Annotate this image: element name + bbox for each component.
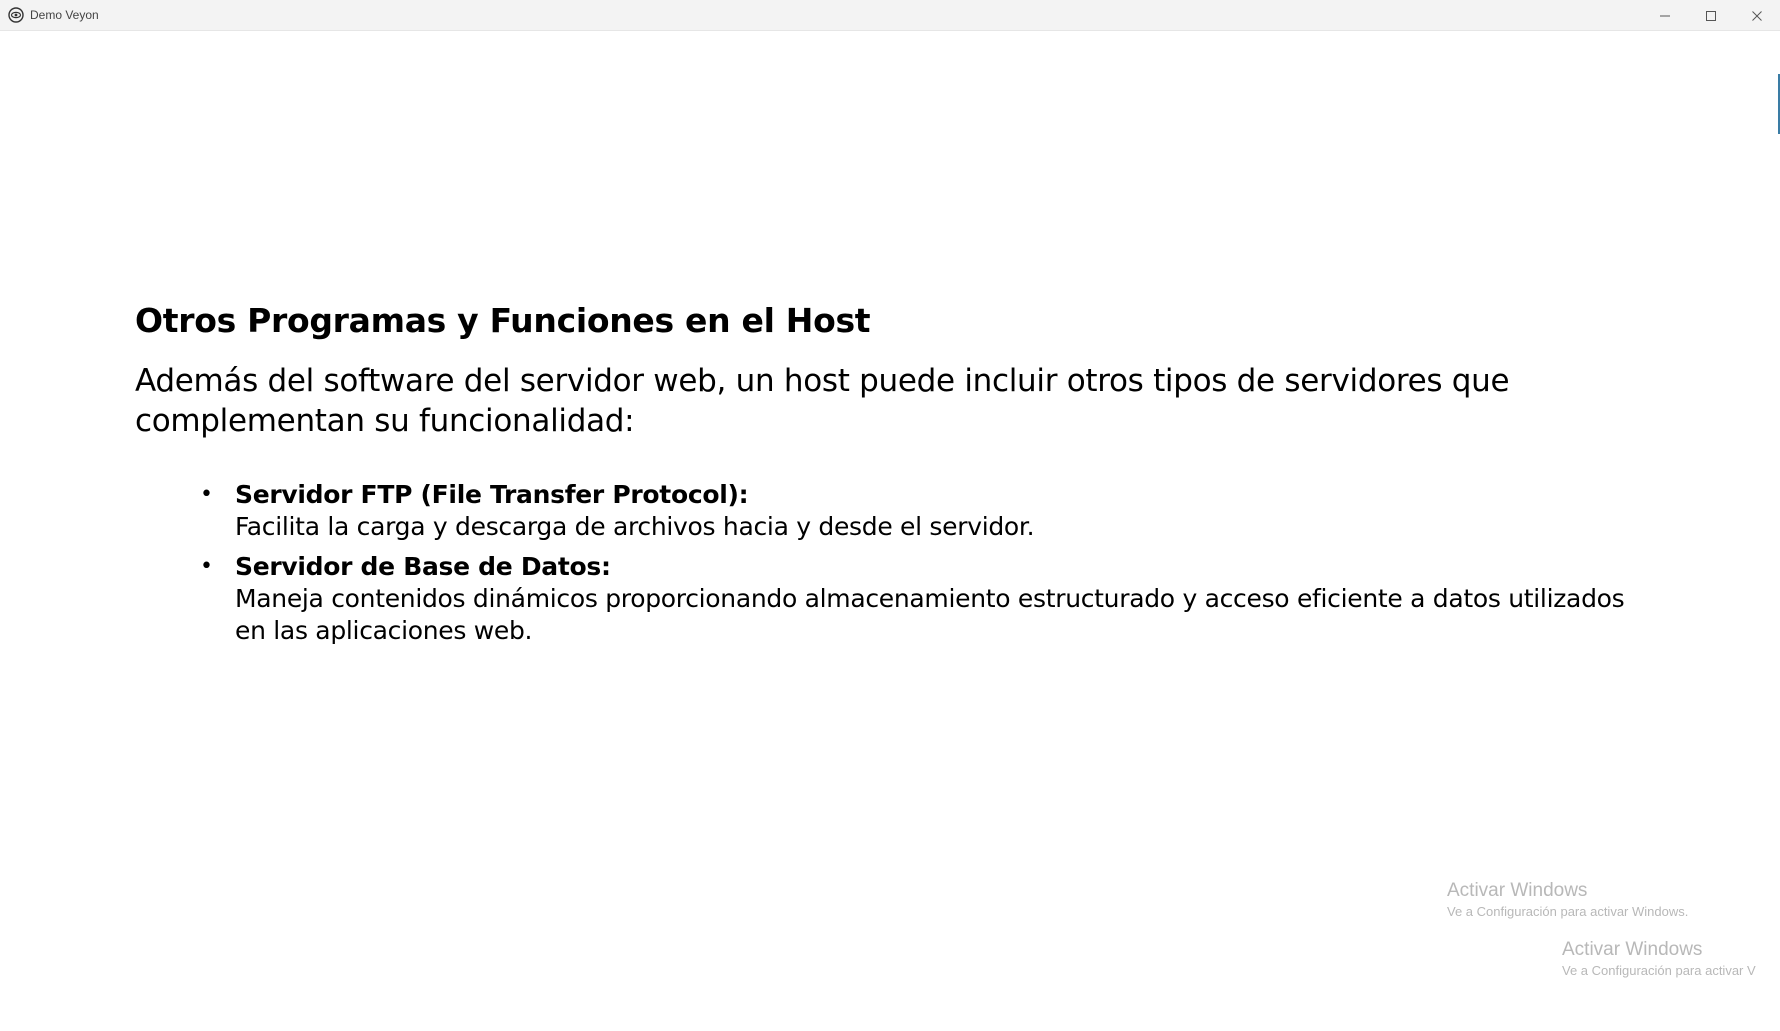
bullet-heading: Servidor de Base de Datos: <box>235 552 611 581</box>
slide-title: Otros Programas y Funciones en el Host <box>135 301 871 340</box>
close-icon <box>1751 10 1763 22</box>
bullet-list: • Servidor FTP (File Transfer Protocol):… <box>200 479 1640 655</box>
activation-watermark: Activar Windows Ve a Configuración para … <box>1562 938 1756 980</box>
veyon-eye-icon <box>8 7 24 23</box>
watermark-subtitle: Ve a Configuración para activar V <box>1562 963 1756 978</box>
close-button[interactable] <box>1734 0 1780 31</box>
bullet-dot-icon: • <box>200 482 213 507</box>
bullet-dot-icon: • <box>200 554 213 579</box>
maximize-icon <box>1705 10 1717 22</box>
window-controls <box>1642 0 1780 31</box>
watermark-title: Activar Windows <box>1447 880 1588 901</box>
bullet-heading: Servidor FTP (File Transfer Protocol): <box>235 480 749 509</box>
watermark-subtitle: Ve a Configuración para activar Windows. <box>1447 904 1689 919</box>
bullet-text: Facilita la carga y descarga de archivos… <box>235 512 1035 541</box>
maximize-button[interactable] <box>1688 0 1734 31</box>
bullet-text: Maneja contenidos dinámicos proporcionan… <box>235 584 1625 645</box>
list-item: • Servidor FTP (File Transfer Protocol):… <box>200 479 1640 543</box>
slide-intro: Además del software del servidor web, un… <box>135 363 1510 439</box>
window-titlebar[interactable]: Demo Veyon <box>0 0 1780 31</box>
watermark-title: Activar Windows <box>1562 939 1703 960</box>
list-item: • Servidor de Base de Datos: Maneja cont… <box>200 551 1640 647</box>
activation-watermark: Activar Windows Ve a Configuración para … <box>1447 879 1688 921</box>
minimize-button[interactable] <box>1642 0 1688 31</box>
minimize-icon <box>1659 10 1671 22</box>
window-title: Demo Veyon <box>30 8 99 22</box>
